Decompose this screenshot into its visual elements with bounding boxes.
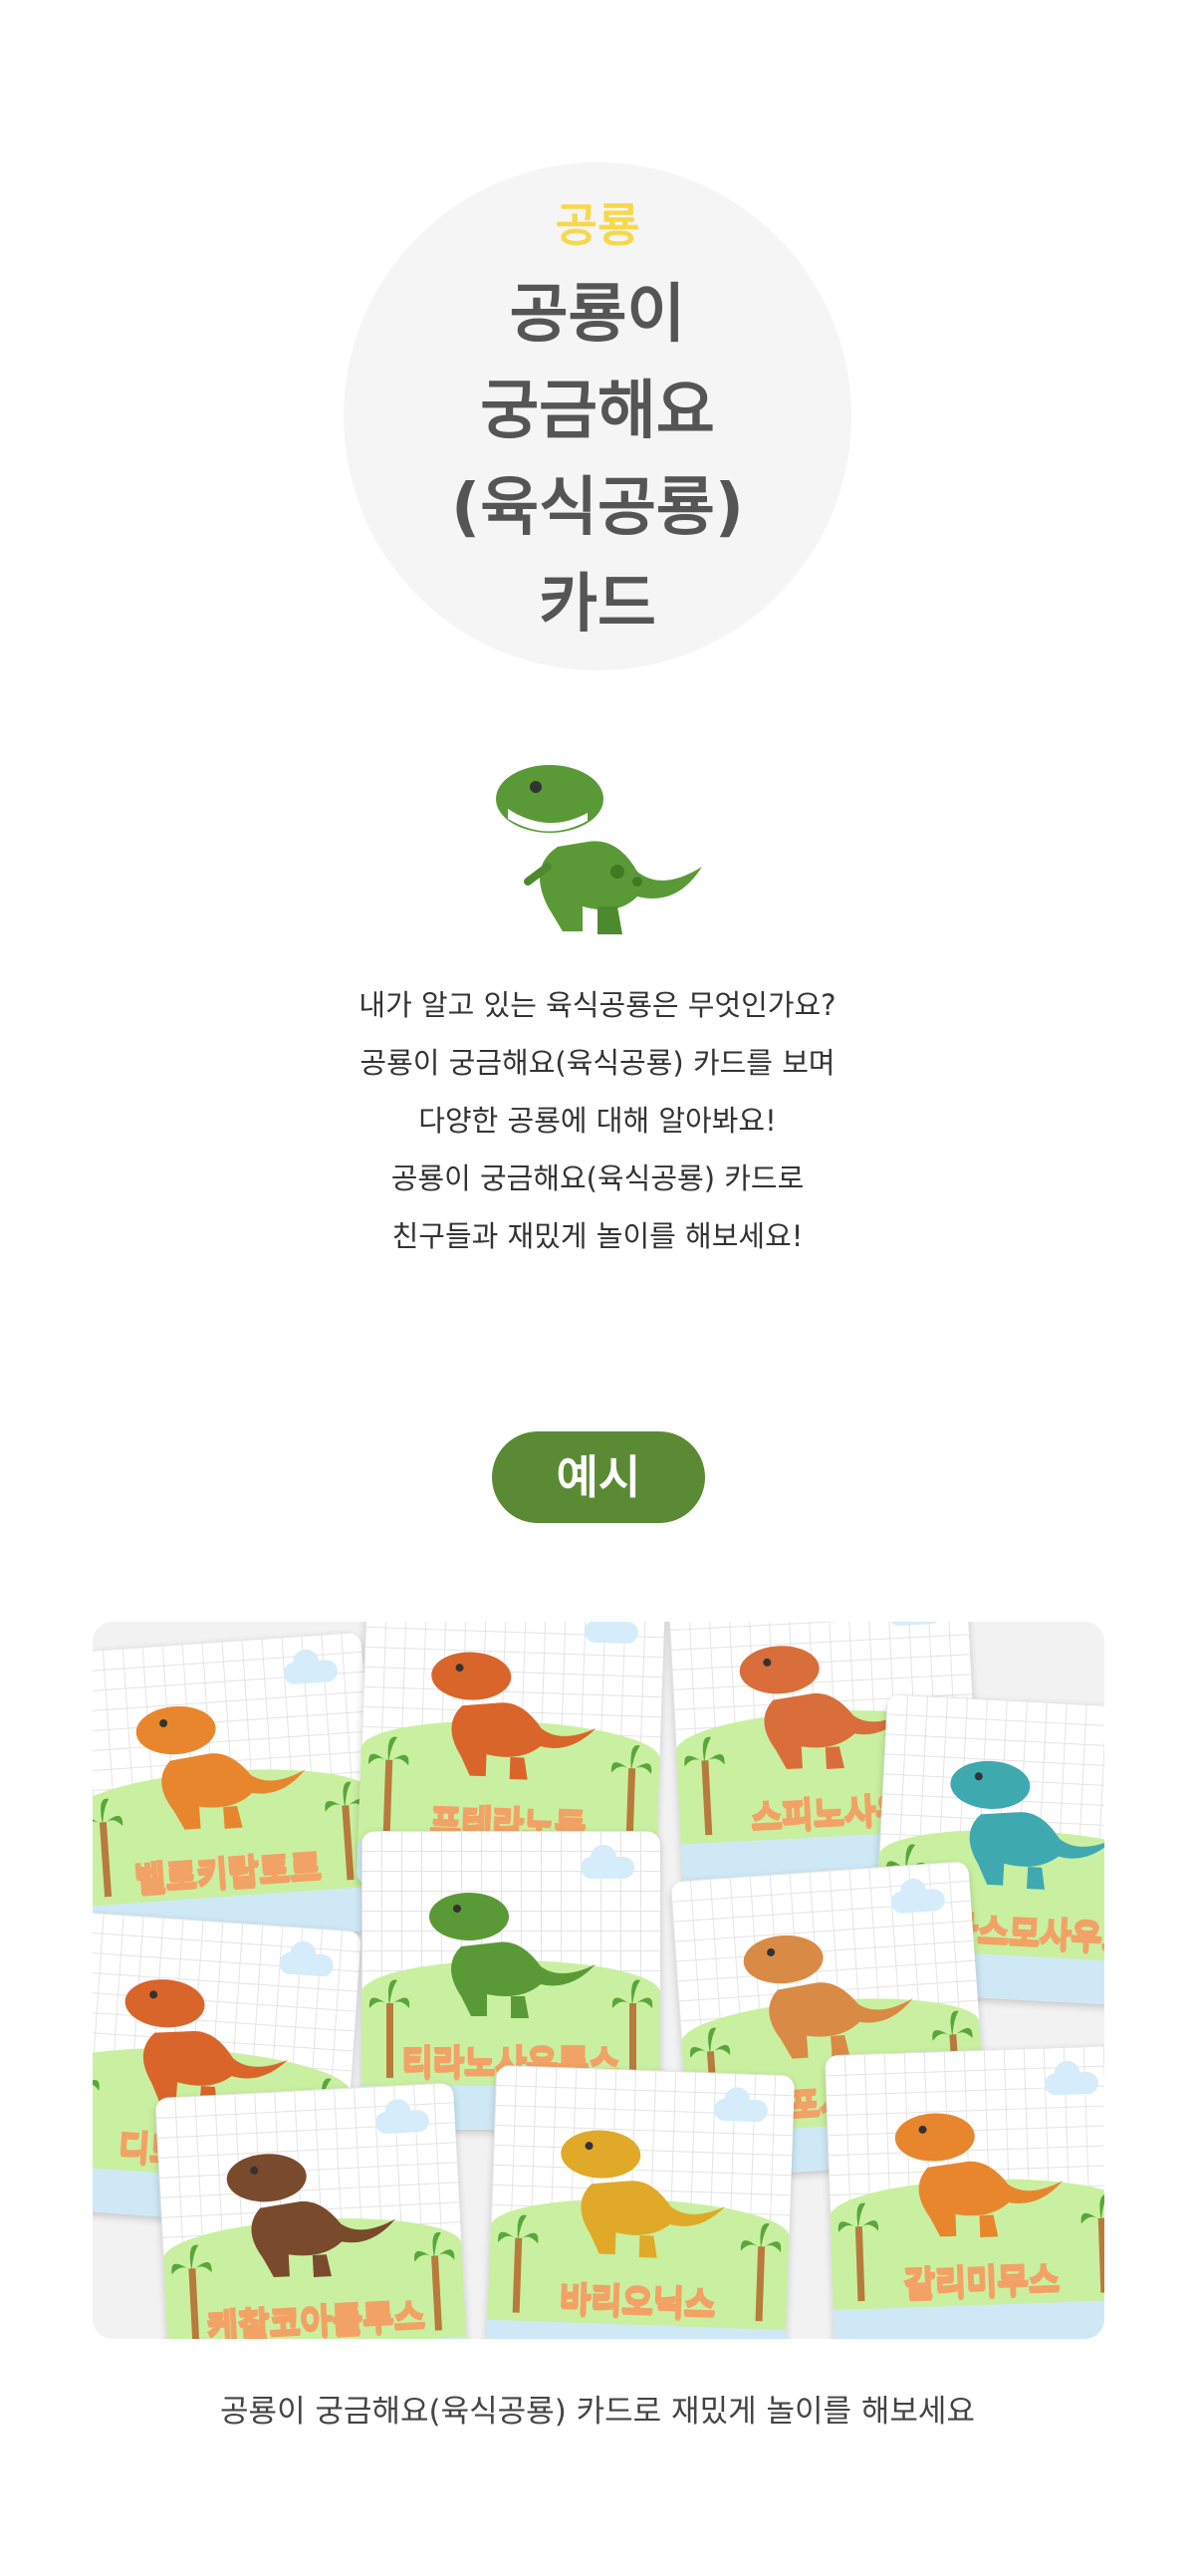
intro-line: 내가 알고 있는 육식공룡은 무엇인가요? [358,988,836,1022]
dinosaur-icon [421,1877,600,2026]
intro-line: 공룡이 궁금해요(육식공룡) 카드로 [390,1161,805,1195]
collage-caption: 공룡이 궁금해요(육식공룡) 카드로 재밌게 놀이를 해보세요 [220,2394,975,2430]
dinosaur-icon [125,1681,315,1843]
hero-title-line: 공룡이 [509,278,686,352]
card-collage-image: 벨로키랍토르프테라노돈스피노사우엘라스모사우르디모르포돈티라노사우루스프로포사우… [93,1622,1104,2339]
intro-line: 공룡이 궁금해요(육식공룡) 카드를 보며 [359,1046,836,1080]
dinosaur-icon [217,2131,404,2289]
dinosaur-icon [885,2093,1070,2248]
cloud-icon [890,1888,946,1915]
cloud-icon [581,1845,634,1879]
intro-text: 내가 알고 있는 육식공룡은 무엇인가요? 공룡이 궁금해요(육식공룡) 카드를… [0,976,1195,1265]
dinosaur-icon [733,1911,922,2072]
card-name-label: 갈리미무스 [902,2258,1062,2305]
dinosaur-icon [419,1635,603,1790]
intro-line: 다양한 공룡에 대해 알아봐요! [418,1104,777,1138]
dinosaur-icon [549,2113,733,2268]
intro-line: 친구들과 재밌게 놀이를 해보세요! [391,1219,804,1253]
hero-category: 공룡 [555,198,640,252]
cloud-icon [1044,2071,1099,2096]
dino-card: 벨로키랍토르 [93,1631,382,1951]
dino-card: 갈리미무스 [824,2044,1104,2339]
hero-title-line: 궁금해요 [480,375,715,448]
card-name-label: 바리오닉스 [558,2278,717,2325]
t-rex-illustration [488,757,707,941]
hero-title-line: (육식공룡) [450,471,745,545]
hero-title: 공룡이 궁금해요 (육식공룡) 카드 [0,267,1195,653]
dino-card: 바리오닉스 [485,2064,796,2339]
cloud-icon [374,2109,430,2135]
cloud-icon [283,1659,339,1685]
example-badge: 예시 [492,1431,705,1523]
hero-title-line: 카드 [539,568,656,642]
dino-card: 케찰코아틀루스 [154,2082,469,2339]
